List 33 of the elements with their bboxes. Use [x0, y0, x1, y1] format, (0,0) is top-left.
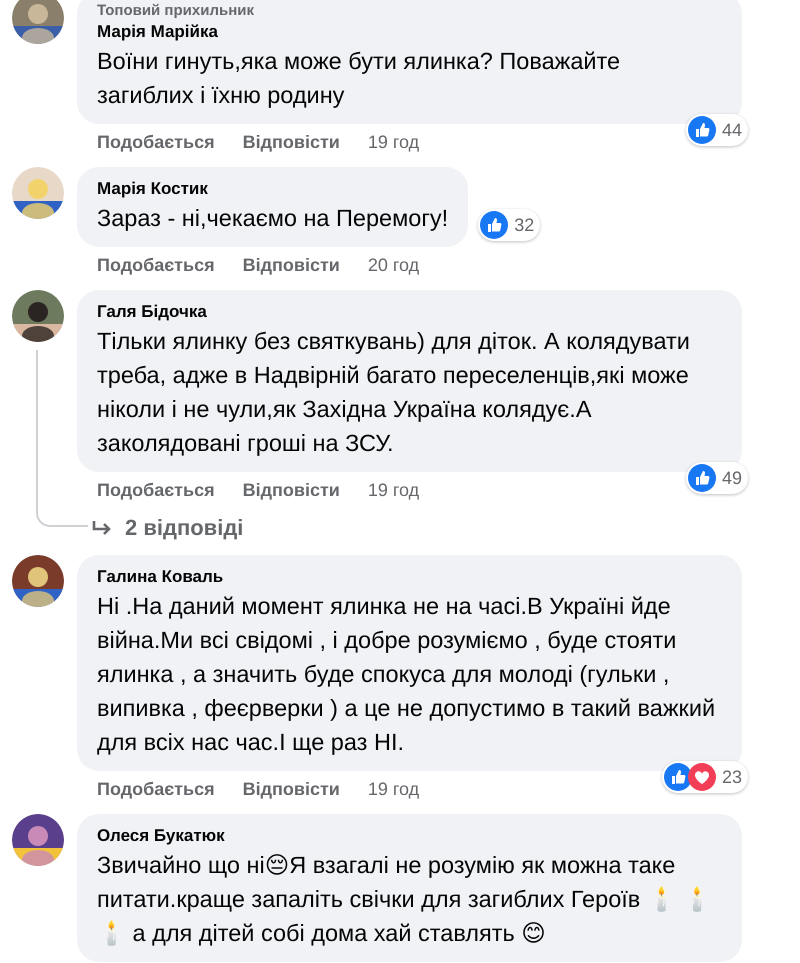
reaction-badge[interactable]: 23	[662, 761, 748, 793]
author-name[interactable]: Олеся Букатюк	[97, 824, 225, 848]
reaction-badge[interactable]: 44	[686, 114, 748, 146]
thumbs-up-icon	[688, 464, 716, 492]
view-replies-link[interactable]: 2 відповіді	[91, 515, 244, 541]
timestamp[interactable]: 19 год	[368, 779, 420, 800]
timestamp[interactable]: 19 год	[368, 480, 420, 501]
reply-link[interactable]: Відповісти	[242, 480, 340, 501]
top-fan-label: Топовий прихильник	[97, 2, 254, 20]
thumbs-up-icon	[664, 763, 692, 791]
like-link[interactable]: Подобається	[97, 480, 215, 501]
comment-text: Звичайно що ні😔Я взагалі не розумію як можна таке питати.краще запаліть свічки для загиблих Героїв 🕯 🕯🕯 а для дітей собі дома хай ставлять 😊	[97, 851, 712, 948]
timestamp[interactable]: 19 год	[368, 132, 420, 153]
timestamp[interactable]: 20 год	[368, 255, 420, 276]
thumbs-up-icon	[480, 211, 508, 239]
comment-text: Зараз - ні,чекаємо на Перемогу!	[97, 204, 448, 233]
reply-arrow-icon	[91, 519, 113, 537]
reply-link[interactable]: Відповісти	[242, 779, 340, 800]
like-link[interactable]: Подобається	[97, 779, 215, 800]
comment-text: Тільки ялинку без святкувань) для діток. А колядувати треба, адже в Надвірній багато переселенців,які може ніколи і не чули,як Західна Україна колядує.А заколядовані гроші на ЗСУ.	[97, 327, 691, 458]
reaction-badge[interactable]: 32	[478, 209, 540, 241]
thumbs-up-icon	[688, 116, 716, 144]
author-name[interactable]: Марія Марійка	[97, 20, 218, 44]
comment-text: Воїни гинуть,яка може бути ялинка? Поважайте загиблих і їхню родину	[97, 47, 622, 110]
comment-text: Ні .На даний момент ялинка не на часі.В Україні йде війна.Ми всі свідомі , і добре розуміємо , буде стояти ялинка , а значить буде спокуса для молоді (гульки , випивка , феєрверки ) а це не допустимо в такий важкий для всіх нас час.І ще раз НІ.	[97, 592, 716, 757]
author-name[interactable]: Галя Бідочка	[97, 300, 207, 324]
reply-link[interactable]: Відповісти	[242, 132, 340, 153]
reply-link[interactable]: Відповісти	[242, 255, 340, 276]
author-name[interactable]: Галина Коваль	[97, 565, 224, 589]
reaction-badge[interactable]: 49	[686, 462, 748, 494]
like-link[interactable]: Подобається	[97, 132, 215, 153]
author-name[interactable]: Марія Костик	[97, 177, 208, 201]
like-link[interactable]: Подобається	[97, 255, 215, 276]
